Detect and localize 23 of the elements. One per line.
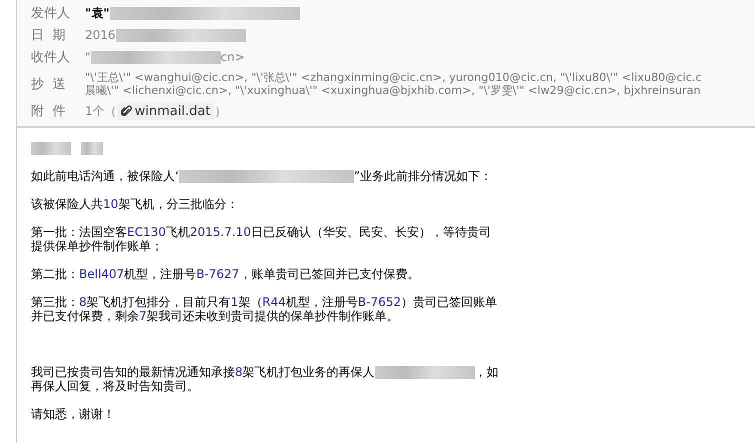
body-paragraph: 如此前电话沟通，被保险人‘ ”业务此前排分情况如下： xyxy=(31,169,494,184)
field-label: 日 期 xyxy=(31,27,66,44)
attachment-close: ） xyxy=(214,102,226,120)
attachment-count: 1个（ xyxy=(85,102,117,120)
body-paragraph: 第一批：法国空客EC130飞机2015.7.10日已反确认（华安、民安、长安），等待贵司提供保单抄件制作账单； xyxy=(31,225,492,254)
body-paragraph: 该被保险人共10架飞机，分三批临分： xyxy=(31,197,240,212)
attachment-link[interactable]: winmail.dat xyxy=(116,102,214,120)
field-value: 2016 xyxy=(85,28,246,42)
body-paragraph: 第三批：8架飞机打包排分，目前只有1架（R44机型，注册号B-7652）贵司已签回账单并已支付保费，剩余7架我司还未收到贵司提供的保单抄件制作账单。 xyxy=(31,295,498,324)
body-paragraph: 我司已按贵司告知的最新情况通知承接8架飞机打包业务的再保人 ，如再保人回复，将及时告知贵司。 xyxy=(31,365,500,394)
field-label: 收件人 xyxy=(31,49,71,66)
redacted-text xyxy=(31,142,71,155)
redacted-text xyxy=(81,142,103,155)
field-value: " cn> xyxy=(85,50,245,64)
field-label: 抄 送 xyxy=(31,76,66,93)
body-paragraph: 请知悉，谢谢！ xyxy=(31,407,116,422)
field-label: 附 件 xyxy=(31,103,66,120)
cc-line: "\'王总\'" <wanghui@cic.cn>, "\'张总\'" <zhangxinming@cic.cn>, yurong010@cic.cn, "\'lixu80\'" <lixu80@cic.c xyxy=(85,71,702,84)
field-label: 发件人 xyxy=(31,5,71,22)
field-value: "袁" xyxy=(85,4,300,22)
cc-line: 晨曦\'" <lichenxi@cic.cn>, "\'xuxinghua\'" <xuxinghua@bjxhib.com>, "\'罗雯\'" <lw29@cic.cn>, bjxhreinsuran xyxy=(85,84,702,97)
body-paragraph: 第二批：Bell407机型，注册号B-7627，账单贵司已签回并已支付保费。 xyxy=(31,267,420,282)
paperclip-icon xyxy=(120,105,132,117)
